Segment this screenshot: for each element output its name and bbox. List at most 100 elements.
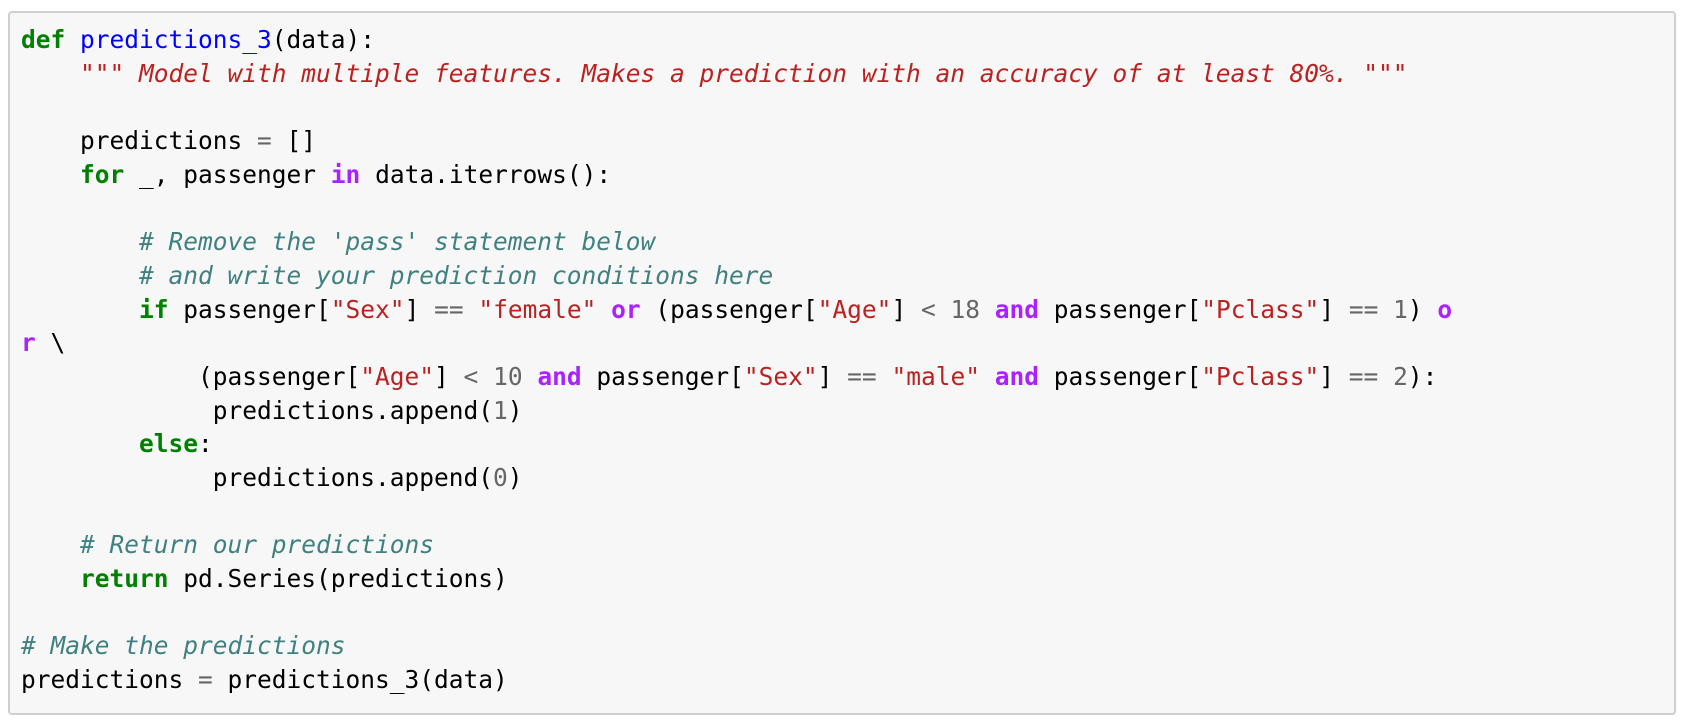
code-token: # Make the predictions	[21, 631, 346, 661]
code-token: <	[920, 294, 936, 324]
code-token: and	[537, 361, 582, 391]
code-token: "Age"	[360, 361, 435, 391]
code-token: _, passenger	[124, 159, 331, 189]
code-token: else	[139, 429, 199, 459]
code-token: (passenger[	[21, 361, 361, 391]
code-token: "male"	[891, 361, 980, 391]
code-token: (data):	[271, 25, 376, 54]
code-token: predictions	[21, 665, 199, 695]
code-token: or	[611, 294, 641, 324]
code-token: =	[257, 126, 272, 156]
code-token: predictions_3(data)	[212, 665, 508, 695]
code-line: r \	[21, 326, 1452, 360]
code-token: and	[994, 361, 1039, 391]
code-token: "Age"	[817, 294, 892, 324]
code-token: :	[198, 429, 213, 459]
code-editor[interactable]: def predictions_3(data): """ Model with …	[21, 23, 1452, 697]
code-line: # Return our predictions	[21, 528, 1452, 562]
code-token: ]	[817, 361, 848, 391]
code-token: passenger[	[1039, 361, 1202, 391]
code-token: ==	[1348, 294, 1379, 324]
code-token: 1	[1393, 294, 1408, 324]
code-token: 1	[493, 395, 508, 425]
code-token: def	[21, 25, 66, 54]
code-token: passenger[	[581, 361, 744, 391]
code-line: predictions.append(1)	[21, 394, 1452, 428]
code-token: ==	[434, 294, 464, 324]
code-token: # and write your prediction conditions h…	[139, 260, 774, 290]
code-line: return pd.Series(predictions)	[21, 562, 1452, 596]
code-token: ]	[1319, 294, 1349, 324]
code-line: # Make the predictions	[21, 629, 1452, 663]
code-token: and	[994, 294, 1040, 324]
code-line: predictions.append(0)	[21, 461, 1452, 495]
code-line: # and write your prediction conditions h…	[21, 259, 1452, 293]
code-token: """ Model with multiple features. Makes …	[80, 58, 1408, 88]
code-line: def predictions_3(data):	[21, 23, 1452, 57]
code-cell[interactable]: def predictions_3(data): """ Model with …	[8, 11, 1676, 715]
code-token: (passenger[	[640, 294, 818, 324]
code-token: )	[507, 462, 523, 492]
code-token: ):	[1407, 361, 1438, 391]
code-token: passenger[	[168, 294, 331, 324]
code-token: pd.Series(predictions)	[168, 564, 508, 593]
code-line: """ Model with multiple features. Makes …	[21, 57, 1452, 91]
code-token: "Pclass"	[1201, 294, 1320, 324]
code-token: if	[139, 294, 169, 324]
code-token: 10	[493, 361, 523, 391]
code-line: predictions = predictions_3(data)	[21, 663, 1452, 697]
code-token: in	[330, 159, 361, 189]
code-token: passenger[	[1039, 294, 1202, 324]
code-token: "Sex"	[330, 294, 405, 324]
code-token: ]	[1319, 361, 1349, 391]
code-line: (passenger["Age"] < 10 and passenger["Se…	[21, 360, 1452, 394]
code-token: "Sex"	[743, 361, 818, 391]
code-token: []	[271, 126, 317, 156]
code-token: return	[80, 564, 169, 593]
code-token: 0	[493, 462, 508, 492]
code-token: 18	[950, 294, 980, 324]
code-token: "Pclass"	[1201, 361, 1320, 391]
code-token: )	[1407, 294, 1438, 324]
code-token: ==	[1348, 361, 1379, 391]
code-token: predictions_3	[80, 25, 272, 54]
code-token: \	[35, 328, 66, 358]
code-line: predictions = []	[21, 124, 1452, 158]
code-token: =	[198, 665, 213, 695]
code-line: if passenger["Sex"] == "female" or (pass…	[21, 293, 1452, 327]
code-token: # Return our predictions	[80, 530, 435, 560]
code-token: r	[21, 328, 36, 358]
code-token: predictions	[21, 126, 258, 156]
code-line: for _, passenger in data.iterrows():	[21, 158, 1452, 192]
code-token: predictions.append(	[21, 395, 494, 425]
code-token: for	[80, 159, 125, 189]
code-line: # Remove the 'pass' statement below	[21, 225, 1452, 259]
code-token: o	[1437, 294, 1453, 324]
code-token: 2	[1393, 361, 1408, 391]
code-token: predictions.append(	[21, 462, 494, 492]
code-token: ]	[404, 294, 435, 324]
code-token: data.iterrows():	[360, 159, 612, 189]
code-token: "female"	[478, 294, 597, 324]
